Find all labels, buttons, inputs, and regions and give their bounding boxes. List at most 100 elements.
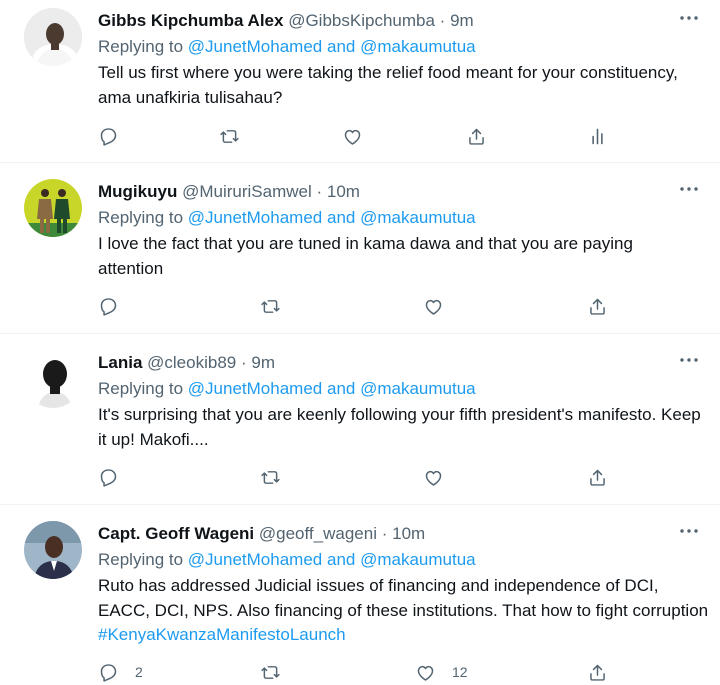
like-icon [417, 665, 434, 681]
and-text[interactable]: and [327, 379, 355, 398]
like-icon [425, 470, 442, 486]
mention-link[interactable]: @JunetMohamed [188, 379, 322, 398]
replying-prefix: Replying to [98, 379, 184, 398]
retweet-button[interactable] [260, 660, 281, 684]
mention-link[interactable]: @makaumutua [360, 37, 476, 56]
timestamp[interactable]: 10m [392, 524, 425, 543]
retweet-icon [261, 299, 280, 313]
separator-dot: · [439, 11, 446, 30]
reply-icon [100, 297, 117, 316]
username[interactable]: @GibbsKipchumba [288, 11, 435, 30]
tweet-body: Ruto has addressed Judicial issues of fi… [98, 576, 709, 620]
share-icon [590, 298, 605, 315]
like-button[interactable]: 12 [415, 660, 468, 684]
like-icon [344, 129, 361, 145]
tweet-header: Gibbs Kipchumba Alex @GibbsKipchumba · 9… [98, 10, 474, 32]
mention-link[interactable]: @makaumutua [360, 379, 476, 398]
action-bar [98, 465, 718, 489]
display-name[interactable]: Lania [98, 353, 142, 372]
replying-prefix: Replying to [98, 208, 184, 227]
more-button[interactable] [678, 181, 700, 197]
tweet-header: Lania @cleokib89 · 9m [98, 352, 275, 374]
share-icon [469, 128, 484, 145]
reply-button[interactable] [98, 124, 119, 148]
reply-button[interactable] [98, 465, 119, 489]
username[interactable]: @MuiruriSamwel [182, 182, 312, 201]
mention-link[interactable]: @JunetMohamed [188, 208, 322, 227]
tweet-text: It's surprising that you are keenly foll… [98, 405, 701, 449]
avatar[interactable] [24, 521, 82, 579]
and-text[interactable]: and [327, 550, 355, 569]
action-bar [98, 124, 718, 148]
separator-dot: · [381, 524, 388, 543]
more-button[interactable] [678, 352, 700, 368]
and-text[interactable]: and [327, 37, 355, 56]
retweet-icon [261, 470, 280, 484]
replying-prefix: Replying to [98, 37, 184, 56]
more-button[interactable] [678, 523, 700, 539]
avatar-image [24, 179, 82, 237]
share-icon [590, 469, 605, 486]
reply-icon [100, 663, 117, 682]
analytics-button[interactable] [587, 124, 608, 148]
separator-dot: · [240, 353, 247, 372]
retweet-icon [261, 665, 280, 679]
replying-to: Replying to @JunetMohamed and @makaumutu… [98, 378, 476, 400]
avatar-image [24, 350, 82, 408]
like-button[interactable] [342, 124, 363, 148]
replying-to: Replying to @JunetMohamed and @makaumutu… [98, 36, 476, 58]
reply-button[interactable]: 2 [98, 660, 143, 684]
more-icon [680, 358, 698, 362]
replying-to: Replying to @JunetMohamed and @makaumutu… [98, 207, 476, 229]
tweet-text: Tell us first where you were taking the … [98, 63, 678, 107]
username[interactable]: @cleokib89 [147, 353, 236, 372]
and-text[interactable]: and [327, 208, 355, 227]
share-icon [590, 664, 605, 681]
separator-dot: · [316, 182, 323, 201]
tweet-text: I love the fact that you are tuned in ka… [98, 234, 633, 278]
tweet[interactable]: Lania @cleokib89 · 9m Replying to @Junet… [0, 342, 720, 505]
like-icon [425, 299, 442, 315]
timestamp[interactable]: 9m [450, 11, 474, 30]
tweet-header: Capt. Geoff Wageni @geoff_wageni · 10m [98, 523, 425, 545]
reply-icon [100, 127, 117, 146]
analytics-icon [592, 128, 603, 144]
tweet[interactable]: Mugikuyu @MuiruriSamwel · 10m Replying t… [0, 171, 720, 334]
tweet[interactable]: Capt. Geoff Wageni @geoff_wageni · 10m R… [0, 513, 720, 685]
timestamp[interactable]: 9m [251, 353, 275, 372]
avatar[interactable] [24, 179, 82, 237]
avatar[interactable] [24, 8, 82, 66]
like-button[interactable] [423, 465, 444, 489]
like-button[interactable] [423, 294, 444, 318]
reply-icon [100, 468, 117, 487]
avatar-image [24, 8, 82, 66]
retweet-icon [220, 129, 239, 143]
share-button[interactable] [466, 124, 487, 148]
reply-count: 2 [135, 664, 143, 680]
display-name[interactable]: Gibbs Kipchumba Alex [98, 11, 283, 30]
mention-link[interactable]: @JunetMohamed [188, 550, 322, 569]
more-icon [680, 529, 698, 533]
more-icon [680, 16, 698, 20]
mention-link[interactable]: @JunetMohamed [188, 37, 322, 56]
retweet-button[interactable] [219, 124, 240, 148]
mention-link[interactable]: @makaumutua [360, 208, 476, 227]
display-name[interactable]: Mugikuyu [98, 182, 177, 201]
hashtag-link[interactable]: #KenyaKwanzaManifestoLaunch [98, 625, 346, 644]
username[interactable]: @geoff_wageni [259, 524, 377, 543]
action-bar [98, 294, 718, 318]
more-button[interactable] [678, 10, 700, 26]
share-button[interactable] [587, 294, 608, 318]
share-button[interactable] [587, 465, 608, 489]
replying-prefix: Replying to [98, 550, 184, 569]
share-button[interactable] [587, 660, 608, 684]
mention-link[interactable]: @makaumutua [360, 550, 476, 569]
like-count: 12 [452, 664, 468, 680]
display-name[interactable]: Capt. Geoff Wageni [98, 524, 254, 543]
retweet-button[interactable] [260, 465, 281, 489]
retweet-button[interactable] [260, 294, 281, 318]
avatar[interactable] [24, 350, 82, 408]
tweet[interactable]: Gibbs Kipchumba Alex @GibbsKipchumba · 9… [0, 0, 720, 163]
timestamp[interactable]: 10m [327, 182, 360, 201]
reply-button[interactable] [98, 294, 119, 318]
